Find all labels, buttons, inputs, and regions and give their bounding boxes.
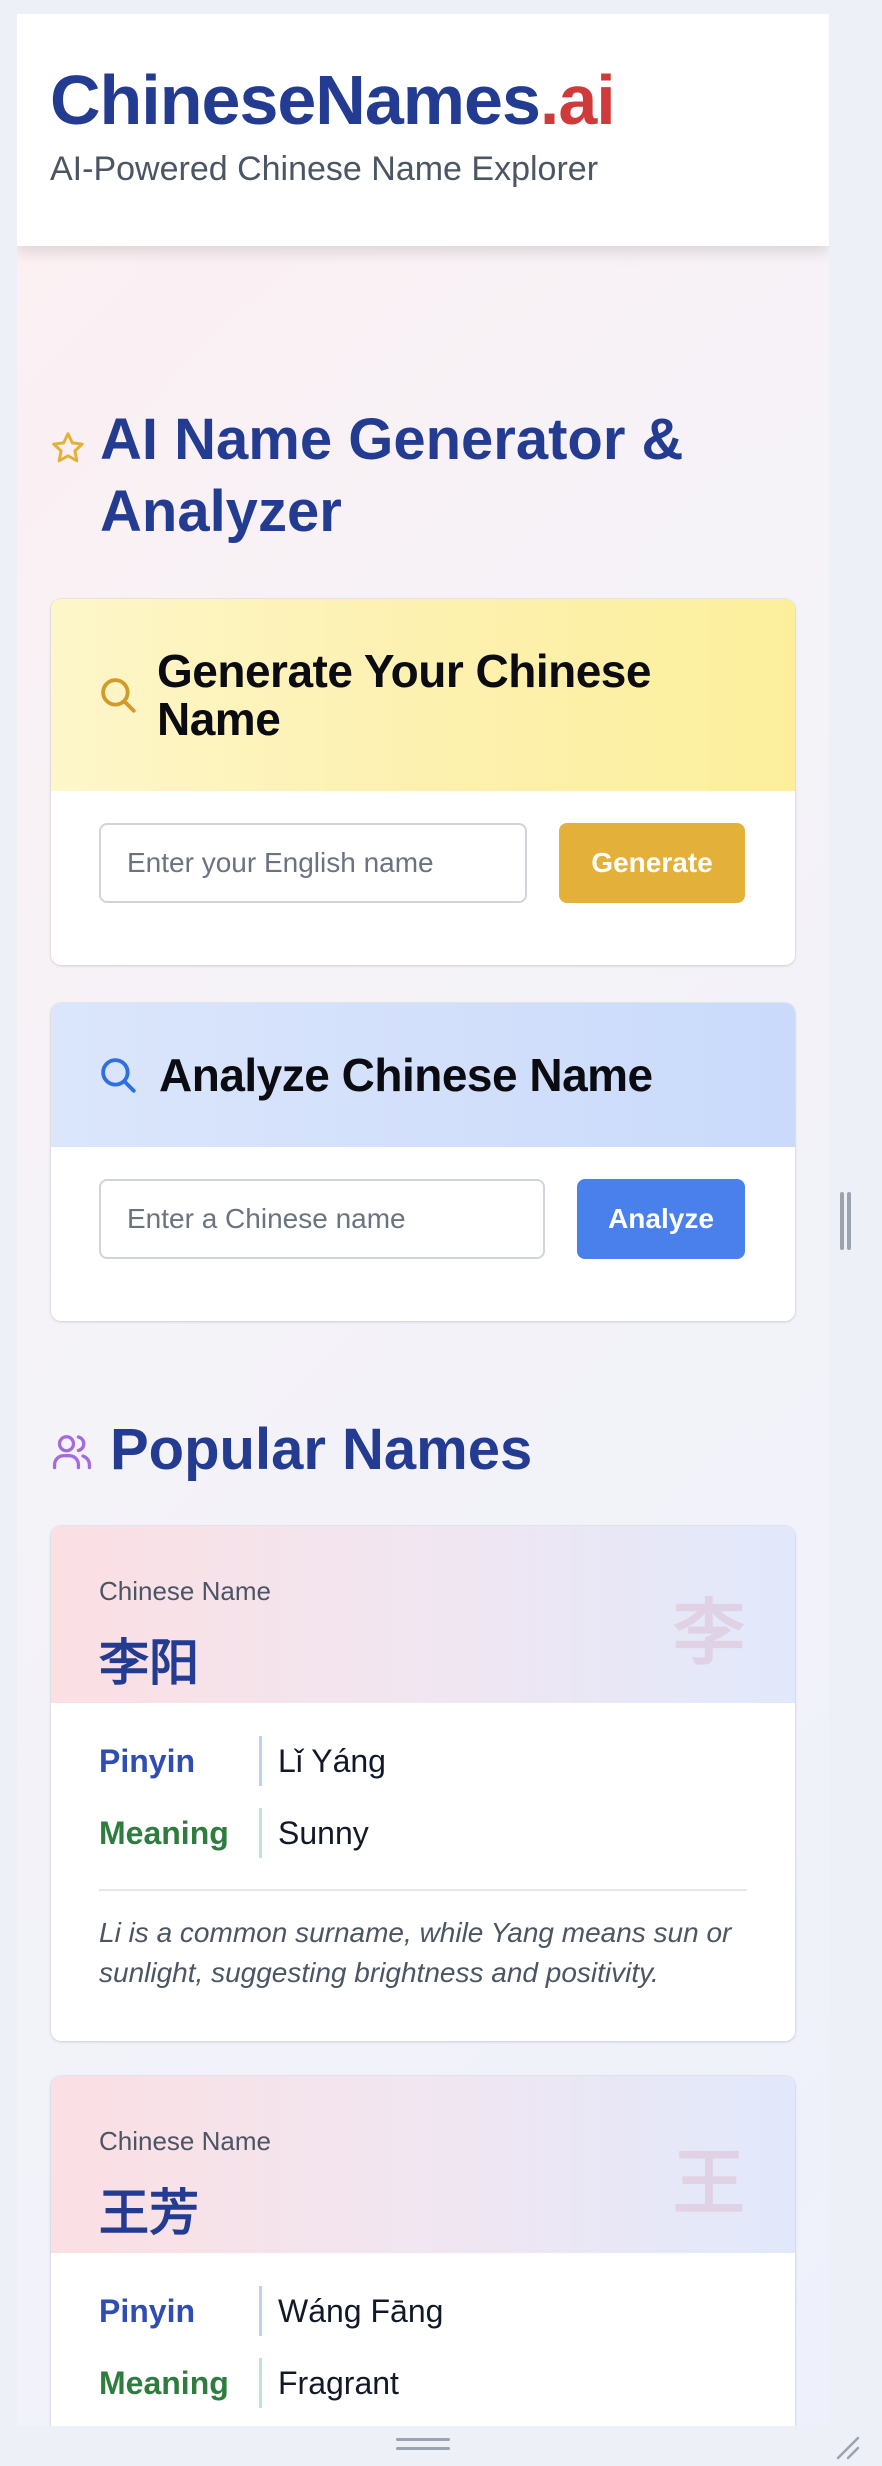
analyze-form: Enter a Chinese name Analyze [51,1147,795,1307]
resize-corner-icon[interactable] [834,2434,860,2460]
name-card-body: Pinyin Wáng Fāng Meaning Fragrant [51,2253,795,2419]
site-header: ChineseNames.ai AI-Powered Chinese Name … [17,14,829,246]
pinyin-label: Pinyin [99,1742,196,1779]
generate-card-title: Generate Your Chinese Name [157,645,651,745]
brand-suffix: .ai [539,61,616,139]
brand-name: ChineseNames [50,61,541,139]
name-description: Li is a common surname, while Yang means… [99,1889,747,1993]
generate-form: Enter your English name Generate [51,791,795,951]
chinese-name-input[interactable]: Enter a Chinese name [99,1179,545,1259]
meaning-label: Meaning [99,2364,229,2401]
english-name-input[interactable]: Enter your English name [99,823,527,903]
analyze-name-card: Analyze Chinese Name Enter a Chinese nam… [51,1003,795,1321]
chinese-name: 王芳 [99,2184,199,2242]
section-heading: AI Name Generator & Analyzer [100,407,684,544]
character-watermark: 李 [672,1591,745,1675]
name-card-header: Chinese Name 李阳 李 [51,1526,795,1703]
divider [259,2358,262,2408]
generator-section-title: AI Name Generator & Analyzer [50,404,780,548]
search-icon [97,1054,139,1096]
section-heading: Popular Names [110,1417,533,1482]
popular-section-title: Popular Names [50,1414,532,1486]
divider [259,1736,262,1786]
drag-handle[interactable] [396,2438,450,2452]
users-icon [50,1430,94,1479]
divider [259,2286,262,2336]
meaning-row: Meaning Sunny [99,1797,747,1869]
name-card[interactable]: Chinese Name 王芳 王 Pinyin Wáng Fāng Meani… [51,2076,795,2426]
analyze-button[interactable]: Analyze [577,1179,745,1259]
meaning-value: Sunny [278,1814,369,1851]
meaning-label: Meaning [99,1814,229,1851]
chinese-name-label: Chinese Name [99,2126,271,2156]
meaning-row: Meaning Fragrant [99,2347,747,2419]
name-card-body: Pinyin Lǐ Yáng Meaning Sunny Li is a com… [51,1703,795,1993]
brand-logo[interactable]: ChineseNames.ai [50,61,616,139]
pinyin-value: Lǐ Yáng [278,1742,386,1779]
character-watermark: 王 [672,2141,745,2225]
chinese-name-label: Chinese Name [99,1576,271,1606]
resize-handle[interactable] [840,1192,852,1250]
name-card-header: Chinese Name 王芳 王 [51,2076,795,2253]
page: ChineseNames.ai AI-Powered Chinese Name … [17,14,829,2426]
site-tagline: AI-Powered Chinese Name Explorer [50,150,599,188]
bottom-bar [0,2426,882,2466]
pinyin-value: Wáng Fāng [278,2292,444,2329]
generate-button[interactable]: Generate [559,823,745,903]
generate-card-header: Generate Your Chinese Name [51,599,795,791]
pinyin-label: Pinyin [99,2292,196,2329]
analyze-card-title: Analyze Chinese Name [159,1049,653,1101]
pinyin-row: Pinyin Lǐ Yáng [99,1725,747,1797]
star-icon [50,430,86,471]
pinyin-row: Pinyin Wáng Fāng [99,2275,747,2347]
generate-name-card: Generate Your Chinese Name Enter your En… [51,599,795,965]
meaning-value: Fragrant [278,2364,399,2401]
analyze-card-header: Analyze Chinese Name [51,1003,795,1147]
search-icon [97,674,139,716]
chinese-name: 李阳 [99,1634,199,1692]
name-card[interactable]: Chinese Name 李阳 李 Pinyin Lǐ Yáng Meaning… [51,1526,795,2041]
divider [259,1808,262,1858]
